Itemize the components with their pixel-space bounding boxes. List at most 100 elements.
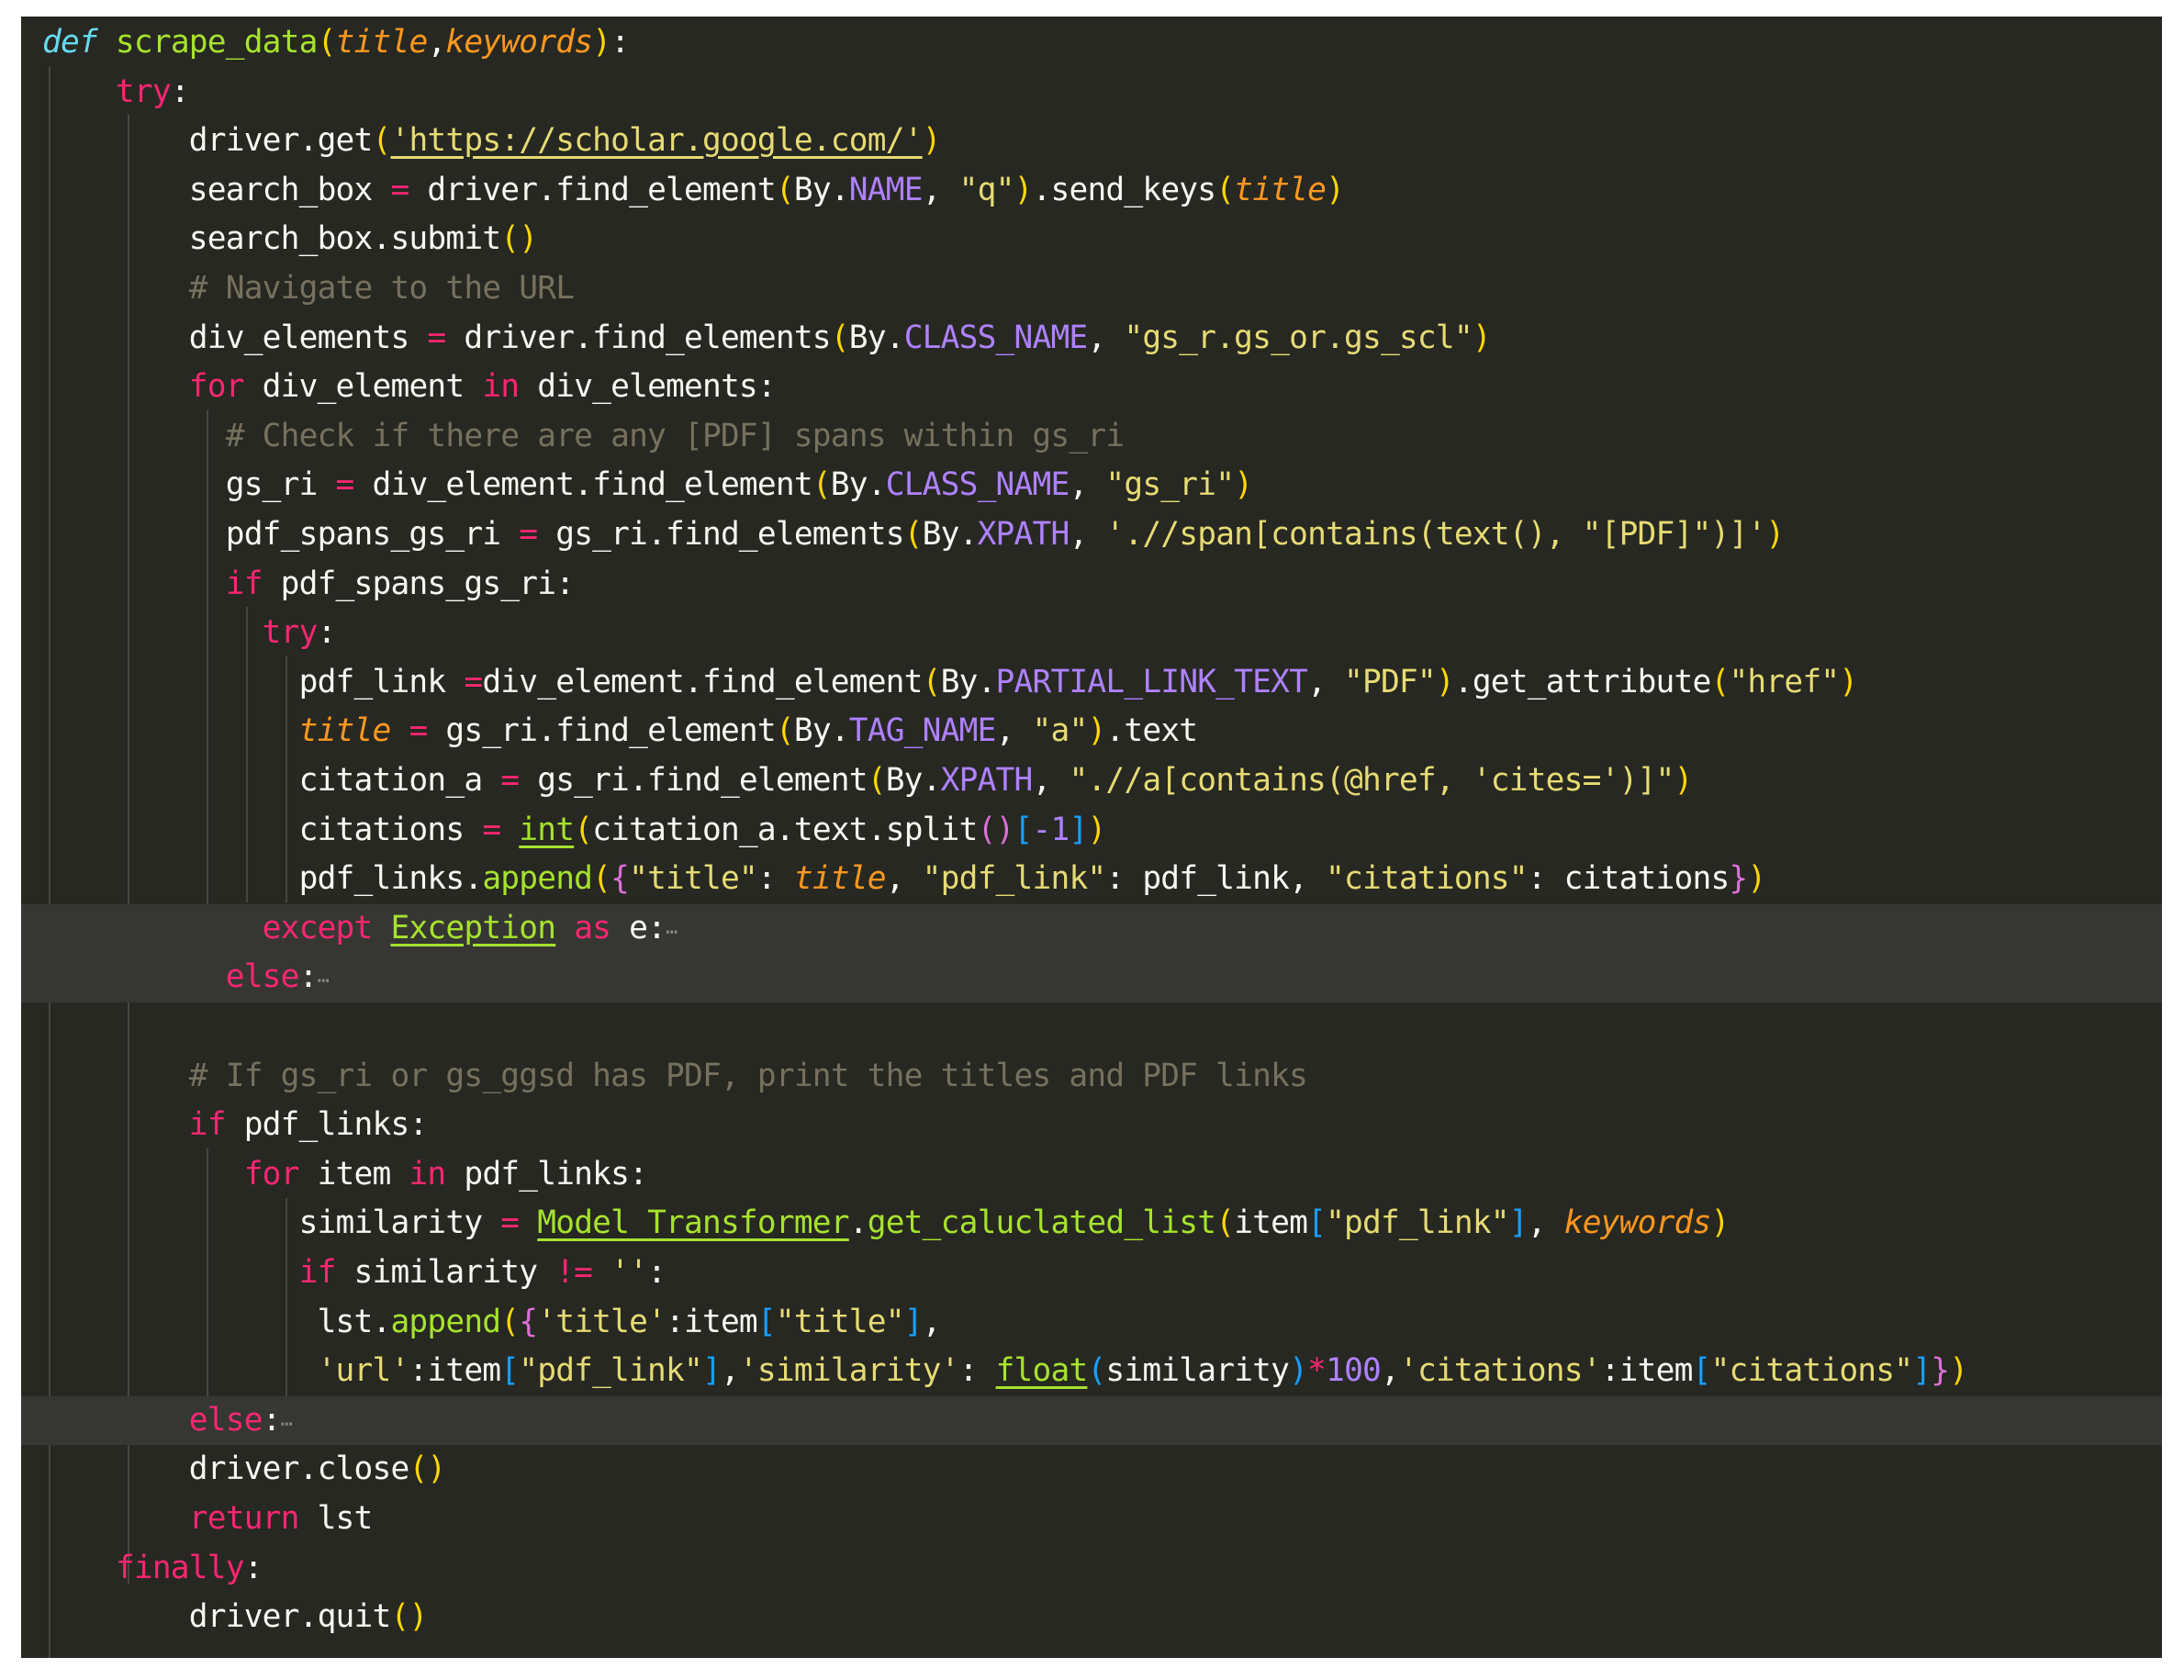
code-line[interactable]: citations = int(citation_a.text.split()[… (21, 806, 2162, 856)
code-line[interactable]: for item in pdf_links: (21, 1150, 2162, 1200)
code-line[interactable] (21, 1002, 2162, 1052)
code-token: div_elements: (519, 368, 776, 406)
fold-ellipsis-icon[interactable]: ⋯ (281, 1413, 293, 1436)
code-token: pdf_links. (298, 860, 484, 898)
code-token: : (610, 24, 630, 61)
code-line[interactable]: search_box.submit() (21, 215, 2162, 264)
code-token: ) (1234, 466, 1253, 504)
code-token: else (188, 1401, 263, 1439)
code-line[interactable]: if pdf_spans_gs_ri: (21, 560, 2162, 610)
code-token: ( (1710, 663, 1730, 700)
folded-code-line[interactable]: else:⋯ (21, 1395, 2162, 1446)
code-token: ( (830, 319, 850, 356)
code-token: "gs_ri" (1105, 466, 1235, 504)
code-line[interactable]: pdf_link =div_element.find_element(By.PA… (21, 658, 2162, 708)
code-line[interactable]: try: (21, 68, 2162, 118)
code-token: ] (1508, 1204, 1529, 1242)
code-token: { (519, 1303, 538, 1340)
code-token: try (115, 73, 172, 110)
code-token: XPATH (977, 516, 1070, 553)
code-line[interactable]: driver.get('https://scholar.google.com/'… (21, 117, 2162, 166)
code-editor[interactable]: def scrape_data(title,keywords): try: dr… (21, 17, 2162, 1658)
code-line[interactable]: driver.close() (21, 1445, 2162, 1495)
code-token: , (720, 1352, 740, 1390)
code-token: ( (372, 122, 392, 160)
folded-code-line[interactable]: except Exception as e:⋯ (21, 903, 2162, 954)
code-line[interactable]: try: (21, 609, 2162, 658)
code-token: TAG_NAME (848, 712, 997, 750)
code-token: "PDF" (1344, 663, 1437, 700)
code-token: ] (903, 1303, 924, 1340)
fold-ellipsis-icon[interactable]: ⋯ (666, 921, 678, 944)
code-line[interactable]: gs_ri = div_element.find_element(By.CLAS… (21, 461, 2162, 510)
code-token: 'title' (537, 1303, 666, 1340)
code-line[interactable]: if similarity != '': (21, 1249, 2162, 1298)
code-line[interactable]: citation_a = gs_ri.find_element(By.XPATH… (21, 756, 2162, 806)
code-token: ( (500, 1303, 520, 1340)
code-token: * (1307, 1352, 1327, 1390)
code-token: , (1069, 466, 1106, 504)
code-token: , (1381, 1352, 1400, 1390)
code-token: driver.find_element (409, 171, 776, 208)
code-line[interactable]: for div_element in div_elements: (21, 363, 2162, 412)
code-token: () (500, 220, 538, 258)
code-line[interactable]: similarity = Model_Transformer.get_caluc… (21, 1199, 2162, 1249)
fold-ellipsis-icon[interactable]: ⋯ (318, 969, 330, 992)
code-token: = (335, 466, 355, 504)
code-token: pdf_links: (445, 1155, 648, 1193)
code-line[interactable]: # If gs_ri or gs_ggsd has PDF, print the… (21, 1052, 2162, 1102)
code-token: "pdf_link" (1326, 1204, 1510, 1242)
code-token: for (243, 1155, 300, 1193)
code-token: title (793, 860, 887, 898)
code-token: ) (1710, 1204, 1730, 1242)
code-token: return (188, 1500, 300, 1537)
code-line[interactable]: div_elements = driver.find_elements(By.C… (21, 314, 2162, 364)
code-token: "q" (958, 171, 1015, 208)
code-token: '' (610, 1254, 648, 1291)
code-line[interactable]: pdf_links.append({"title": title, "pdf_l… (21, 855, 2162, 904)
folded-code-line[interactable]: else:⋯ (21, 953, 2162, 1002)
code-token: By. (848, 319, 905, 356)
code-token: try (262, 614, 319, 652)
code-token: } (1931, 1352, 1950, 1390)
code-token: = (519, 516, 538, 553)
code-token: . (848, 1204, 868, 1242)
code-line[interactable]: finally: (21, 1544, 2162, 1594)
code-token: "a" (1032, 712, 1089, 750)
code-token: similarity (335, 1254, 556, 1291)
code-token: = (390, 171, 409, 208)
code-token: 100 (1326, 1352, 1382, 1390)
code-token: : (317, 614, 337, 652)
code-token: gs_ri.find_element (427, 712, 776, 750)
code-token: lst. (317, 1303, 392, 1340)
code-line[interactable]: pdf_spans_gs_ri = gs_ri.find_elements(By… (21, 510, 2162, 560)
code-token: : (647, 1254, 666, 1291)
code-token: , (922, 171, 959, 208)
code-token: [ (500, 1352, 520, 1390)
code-token: append (390, 1303, 501, 1340)
code-token: , (1069, 516, 1106, 553)
code-token: keywords (1563, 1204, 1712, 1242)
code-line[interactable]: search_box = driver.find_element(By.NAME… (21, 166, 2162, 216)
code-token: ( (903, 516, 924, 553)
code-line[interactable]: # Navigate to the URL (21, 264, 2162, 314)
code-line[interactable]: lst.append({'title':item["title"], (21, 1298, 2162, 1348)
code-line[interactable]: title = gs_ri.find_element(By.TAG_NAME, … (21, 707, 2162, 756)
code-token: ) (1435, 663, 1455, 700)
code-token: .send_keys (1032, 171, 1217, 208)
code-line[interactable]: if pdf_links: (21, 1101, 2162, 1150)
code-line[interactable]: driver.quit() (21, 1593, 2162, 1642)
code-token: By. (830, 466, 887, 504)
code-line[interactable]: # Check if there are any [PDF] spans wit… (21, 412, 2162, 462)
code-token: [ (1692, 1352, 1712, 1390)
code-line[interactable]: 'url':item["pdf_link"],'similarity': flo… (21, 1347, 2162, 1396)
code-line[interactable]: def scrape_data(title,keywords): (21, 18, 2162, 68)
code-token: ) (1949, 1352, 1968, 1390)
code-line[interactable]: return lst (21, 1495, 2162, 1544)
code-token: driver.find_elements (445, 319, 831, 356)
code-token: : (243, 1549, 263, 1586)
code-token: "citations" (1710, 1352, 1913, 1390)
code-token: citation_a (298, 762, 501, 799)
